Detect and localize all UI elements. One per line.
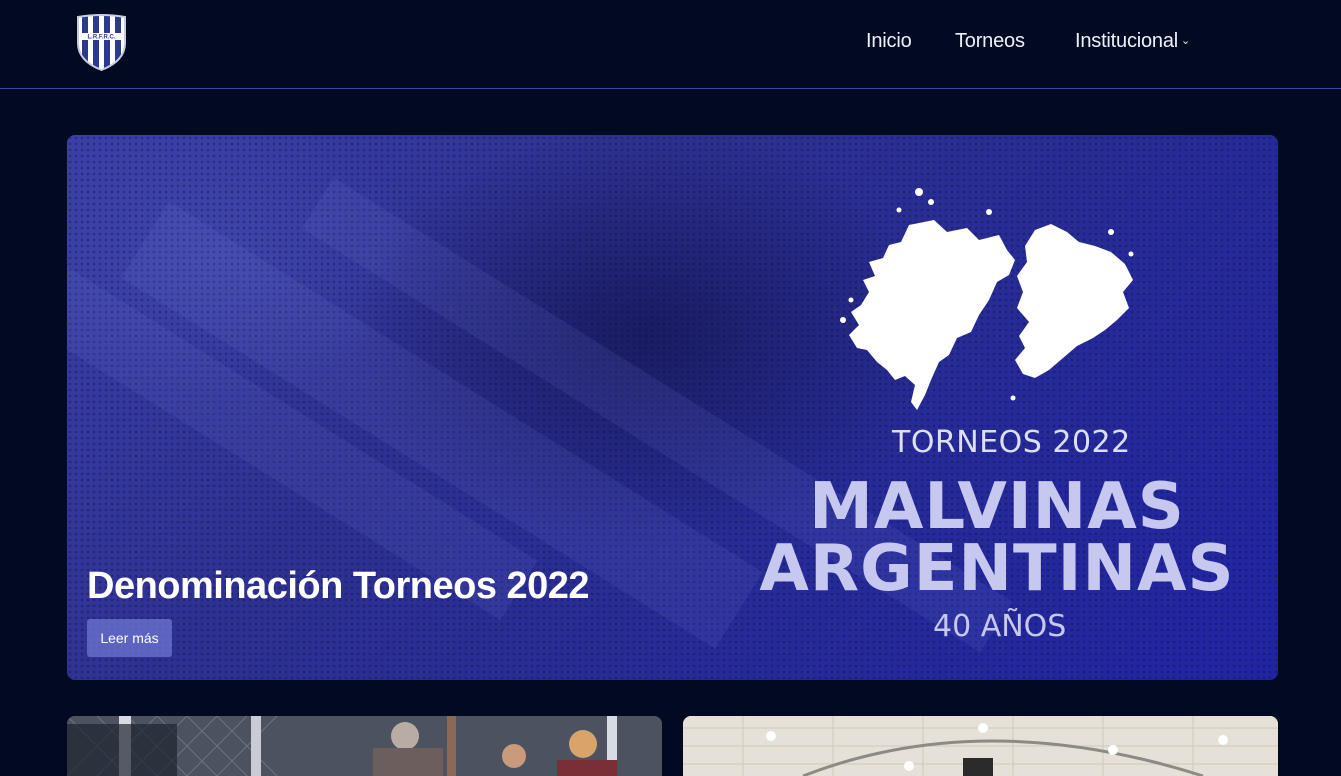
news-card[interactable]: [683, 716, 1278, 776]
poster-headline-line1: MALVINAS: [809, 470, 1185, 544]
nav-inicio-label: Inicio: [866, 30, 912, 52]
top-navbar: L.R.F.R.C. Inicio Torneos Institucional ⌄: [0, 0, 1341, 89]
indoor-hall-photo: [683, 716, 1278, 776]
logo-text: L.R.F.R.C.: [88, 35, 116, 41]
club-shield-icon: L.R.F.R.C.: [77, 14, 126, 72]
nav-torneos-link[interactable]: Torneos: [955, 30, 1025, 53]
hero-carousel-slide[interactable]: TORNEOS 2022 MALVINAS ARGENTINAS 40 AÑOS…: [67, 135, 1278, 680]
poster-headline-line2: ARGENTINAS: [759, 532, 1235, 606]
poster-years: 40 AÑOS: [933, 609, 1067, 644]
chevron-down-icon: ⌄: [1181, 35, 1191, 47]
read-more-button[interactable]: Leer más: [87, 619, 172, 657]
nav-inicio-link[interactable]: Inicio: [866, 30, 912, 53]
players-photo: [67, 716, 662, 776]
nav-institucional-label: Institucional: [1075, 30, 1179, 52]
club-logo[interactable]: L.R.F.R.C.: [76, 13, 127, 72]
nav-institucional-dropdown[interactable]: Institucional ⌄: [1075, 30, 1190, 53]
hero-title: Denominación Torneos 2022: [87, 565, 590, 608]
malvinas-islands-map: [840, 188, 1134, 410]
nav-torneos-label: Torneos: [955, 30, 1025, 52]
news-card[interactable]: [67, 716, 662, 776]
poster-subtitle: TORNEOS 2022: [892, 425, 1131, 460]
